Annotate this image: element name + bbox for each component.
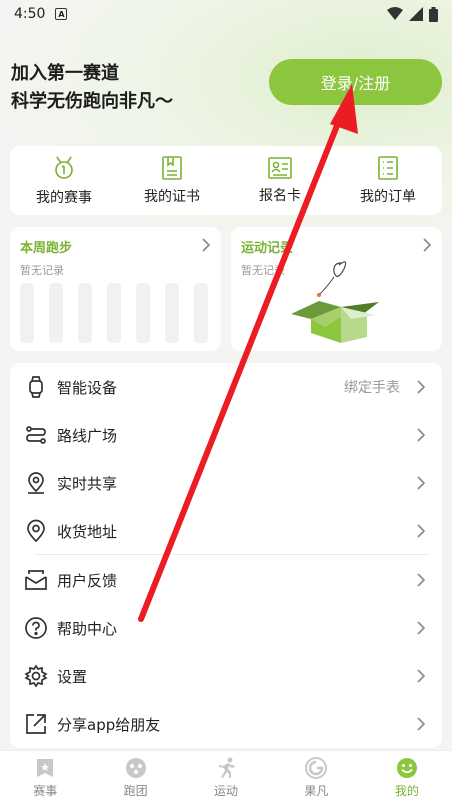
status-bar: 4:50 A — [0, 0, 452, 28]
tab-team[interactable]: 跑团 — [90, 751, 180, 805]
certificate-icon — [162, 155, 182, 180]
registration-card-label: 报名卡 — [259, 187, 301, 204]
day-bar-placeholder — [194, 283, 208, 343]
feedback-mail-icon — [25, 570, 47, 590]
day-bar-placeholder — [49, 283, 63, 343]
slogan-line-2: 科学无伤跑向非凡～ — [11, 91, 173, 112]
menu-item-help-center[interactable]: 帮助中心 — [10, 604, 442, 652]
tab-guofan[interactable]: 果凡 — [271, 751, 361, 805]
address-pin-icon — [27, 519, 45, 543]
menu-label: 帮助中心 — [57, 619, 118, 638]
watch-icon — [29, 376, 43, 398]
chevron-right-icon — [417, 428, 426, 442]
chevron-right-icon — [423, 238, 432, 252]
gear-icon — [24, 664, 48, 688]
day-bar-placeholder — [136, 283, 150, 343]
day-bar-placeholder — [78, 283, 92, 343]
weekly-run-card[interactable]: 本周跑步 暂无记录 — [10, 227, 221, 351]
menu-label: 收货地址 — [57, 522, 118, 541]
order-list-icon — [378, 155, 398, 180]
menu-divider — [34, 554, 430, 555]
chevron-right-icon — [417, 621, 426, 635]
activity-record-card[interactable]: 运动记录 暂无记录 — [231, 227, 442, 351]
menu-label: 智能设备 — [57, 378, 118, 397]
settings-menu-card: 智能设备 绑定手表 路线广场 实时共享 收货地址 用户反馈 帮助中心 设置 分享… — [10, 363, 442, 748]
day-bar-placeholder — [165, 283, 179, 343]
route-icon — [26, 426, 46, 444]
empty-box-illustration — [291, 261, 379, 343]
chevron-right-icon — [417, 717, 426, 731]
activity-record-empty: 暂无记录 — [241, 264, 285, 277]
smile-icon — [396, 758, 417, 778]
tab-label: 赛事 — [33, 784, 58, 798]
tab-sport[interactable]: 运动 — [181, 751, 271, 805]
slogan-line-1: 加入第一赛道 — [11, 63, 119, 84]
team-icon — [125, 758, 146, 778]
menu-label: 路线广场 — [57, 426, 118, 445]
menu-item-share-app[interactable]: 分享app给朋友 — [10, 700, 442, 748]
menu-item-settings[interactable]: 设置 — [10, 652, 442, 700]
wifi-icon — [387, 7, 403, 20]
guofan-icon — [305, 757, 328, 779]
menu-item-shipping-address[interactable]: 收货地址 — [10, 507, 442, 555]
quick-actions-card: 我的赛事 我的证书 报名卡 我的订单 — [10, 146, 442, 215]
my-certificates-button[interactable]: 我的证书 — [118, 146, 226, 215]
tab-events[interactable]: 赛事 — [0, 751, 90, 805]
menu-label: 实时共享 — [57, 474, 118, 493]
menu-label: 用户反馈 — [57, 571, 118, 590]
menu-label: 设置 — [57, 667, 88, 686]
chevron-right-icon — [417, 669, 426, 683]
my-certificates-label: 我的证书 — [144, 188, 200, 205]
bind-watch-hint: 绑定手表 — [344, 380, 400, 396]
menu-item-smart-device[interactable]: 智能设备 绑定手表 — [10, 363, 442, 411]
menu-item-route-plaza[interactable]: 路线广场 — [10, 411, 442, 459]
tab-label: 果凡 — [304, 784, 329, 798]
day-bar-placeholder — [107, 283, 121, 343]
my-events-button[interactable]: 我的赛事 — [10, 146, 118, 215]
event-badge-icon — [37, 759, 54, 777]
location-pin-icon — [28, 472, 44, 494]
chevron-right-icon — [417, 476, 426, 490]
menu-label: 分享app给朋友 — [57, 715, 161, 734]
my-events-label: 我的赛事 — [36, 189, 92, 206]
header-background — [0, 0, 452, 260]
tab-label: 运动 — [214, 784, 239, 798]
my-orders-button[interactable]: 我的订单 — [334, 146, 442, 215]
bottom-tab-bar: 赛事 跑团 运动 果凡 我的 — [0, 750, 452, 805]
chevron-right-icon — [417, 573, 426, 587]
menu-item-live-share[interactable]: 实时共享 — [10, 459, 442, 507]
notification-a-icon: A — [55, 8, 68, 20]
share-icon — [26, 714, 46, 734]
signal-icon — [409, 7, 423, 21]
weekly-run-empty: 暂无记录 — [20, 264, 64, 277]
login-register-button[interactable]: 登录/注册 — [269, 59, 442, 105]
chevron-right-icon — [417, 380, 426, 394]
id-card-icon — [268, 156, 292, 179]
menu-item-user-feedback[interactable]: 用户反馈 — [10, 556, 442, 604]
chevron-right-icon — [417, 524, 426, 538]
battery-icon — [429, 6, 438, 22]
activity-record-title: 运动记录 — [241, 241, 294, 256]
weekly-bars-placeholder — [20, 283, 208, 343]
day-bar-placeholder — [20, 283, 34, 343]
runner-icon — [219, 757, 236, 778]
tab-mine[interactable]: 我的 — [362, 751, 452, 805]
medal-icon — [55, 156, 73, 179]
chevron-right-icon — [202, 238, 211, 252]
slogan: 加入第一赛道 科学无伤跑向非凡～ — [11, 60, 173, 116]
help-icon — [25, 617, 47, 639]
tab-label: 我的 — [394, 784, 419, 798]
my-orders-label: 我的订单 — [360, 188, 416, 205]
weekly-run-title: 本周跑步 — [20, 241, 73, 256]
tab-label: 跑团 — [123, 784, 148, 798]
registration-card-button[interactable]: 报名卡 — [226, 146, 334, 215]
status-time: 4:50 — [14, 6, 46, 22]
